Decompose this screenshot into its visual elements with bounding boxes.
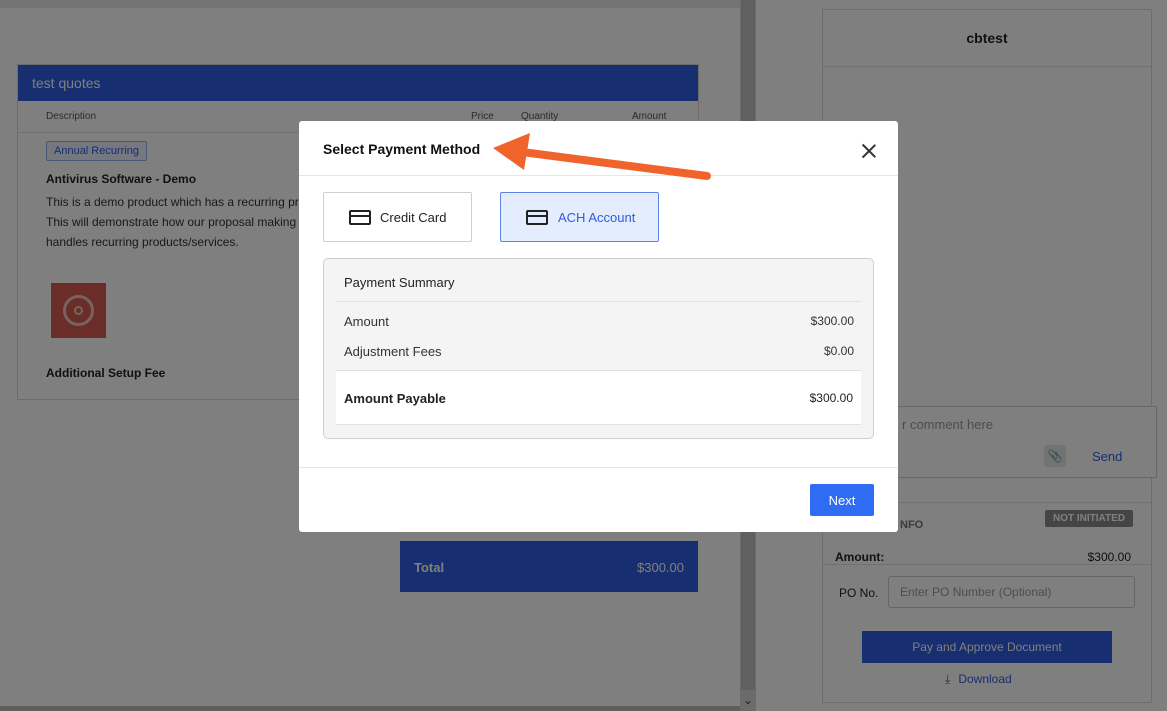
ach-account-option[interactable]: ACH Account: [500, 192, 659, 242]
modal-header: Select Payment Method: [299, 121, 898, 176]
amount-payable-value: $300.00: [809, 391, 853, 405]
close-icon[interactable]: [859, 141, 879, 161]
payment-summary: Payment Summary Amount $300.00 Adjustmen…: [323, 258, 874, 439]
summary-row-value: $0.00: [823, 344, 854, 358]
divider: [336, 301, 861, 302]
credit-card-label: Credit Card: [380, 210, 447, 225]
next-button[interactable]: Next: [810, 484, 874, 516]
amount-payable-label: Amount Payable: [344, 391, 446, 406]
modal-footer-divider: [299, 467, 898, 468]
modal-title: Select Payment Method: [323, 141, 481, 157]
amount-payable-row: Amount Payable $300.00: [336, 370, 861, 425]
credit-card-icon: [526, 210, 548, 225]
ach-account-label: ACH Account: [558, 210, 636, 225]
summary-row-adjustment-fees: Adjustment Fees $0.00: [344, 344, 854, 359]
payment-method-modal: Select Payment Method Credit Card ACH Ac…: [299, 121, 898, 532]
summary-row-label: Amount: [344, 314, 389, 329]
summary-row-value: $300.00: [810, 314, 854, 328]
payment-summary-title: Payment Summary: [344, 275, 455, 290]
summary-row-amount: Amount $300.00: [344, 314, 854, 329]
credit-card-option[interactable]: Credit Card: [323, 192, 472, 242]
credit-card-icon: [349, 210, 371, 225]
summary-row-label: Adjustment Fees: [344, 344, 442, 359]
